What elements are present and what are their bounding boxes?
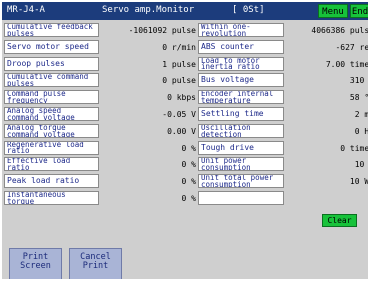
label-line: pulses — [7, 79, 35, 88]
left-item-value: -0.05 V — [162, 110, 196, 119]
left-item-label: Analog speed command voltage — [4, 107, 99, 121]
right-item-value: 0 times — [340, 143, 368, 153]
right-item-value: 7.00 times — [325, 59, 368, 69]
left-item-value: 0 % — [181, 194, 196, 203]
station-number: [ 0St] — [232, 5, 265, 15]
screen-title: Servo amp.Monitor — [102, 5, 195, 15]
left-item-value: -1061092 pulse — [128, 26, 196, 35]
label-line: command voltage — [7, 129, 75, 138]
left-item-label: Servo motor speed — [4, 39, 99, 54]
cancel-print-button[interactable]: Cancel Print — [69, 248, 122, 279]
label-line: consumption — [201, 163, 251, 172]
right-item-label: Bus voltage — [198, 73, 284, 88]
title-bar: MR-J4-A Servo amp.Monitor [ 0St] Menu En… — [2, 2, 368, 20]
label-line: ratio — [7, 163, 30, 172]
monitor-row: Peak load ratio 0 % Unit total power consum… — [4, 174, 368, 189]
label-line: revolution position — [201, 28, 247, 37]
label-line: ABS counter — [201, 41, 254, 51]
left-item-value: 0 r/min — [162, 42, 196, 52]
right-item-value — [286, 192, 368, 205]
label-line: Peak load ratio — [7, 176, 80, 186]
left-item-label: Regenerative load ratio — [4, 140, 99, 155]
right-item-value: 58 °C — [349, 93, 368, 103]
label-line: Servo motor speed — [7, 41, 89, 51]
left-item-label: Cumulative command pulses — [4, 73, 99, 88]
left-item-label: Droop pulses — [4, 56, 99, 71]
menu-button[interactable]: Menu — [318, 4, 348, 18]
label-line: pulses — [7, 28, 35, 37]
right-item-label: Unit power consumption — [198, 157, 284, 172]
model-name: MR-J4-A — [7, 5, 45, 15]
monitor-row: Analog speed command voltage -0.05 V Settli… — [4, 107, 368, 121]
label-line: temperature — [201, 95, 251, 105]
left-item-label: Cumulative feedback pulses — [4, 23, 99, 37]
right-item-label: Within one-revolution position — [198, 23, 284, 37]
cancel-print-label-2: Print — [82, 261, 109, 271]
left-item-label: Command pulse frequency — [4, 90, 99, 105]
left-item-value: 0 % — [181, 160, 196, 170]
right-item-value: 0 Hz — [354, 126, 368, 136]
left-item-label: Analog torque command voltage — [4, 123, 99, 138]
label-line: detection frequency — [201, 129, 242, 138]
right-item-label: Tough drive times — [198, 140, 284, 155]
print-screen-label-2: Screen — [20, 261, 51, 271]
right-item-value: 310 V — [349, 76, 368, 86]
right-item-label: Oscillationdetection frequency — [198, 123, 284, 138]
left-item-label: Instantaneous torque — [4, 191, 99, 205]
monitor-row: Command pulse frequency 0 kbps Encoder inte… — [4, 90, 368, 105]
monitor-row: Analog torque command voltage 0.00 V Oscill… — [4, 123, 368, 138]
right-item-value: 4066386 pulse — [311, 26, 368, 35]
clear-button[interactable]: Clear — [322, 214, 357, 227]
end-button[interactable]: End — [350, 4, 368, 18]
right-item-label: Encoder internal temperature — [198, 90, 284, 105]
right-item-value: -627 rev — [335, 42, 368, 52]
right-item-value: 10 W — [354, 160, 368, 170]
right-item-label — [198, 191, 284, 205]
left-item-value: 0 pulse — [162, 76, 196, 86]
label-line: inertia ratio — [201, 62, 260, 71]
monitor-row: Instantaneous torque 0 % — [4, 191, 368, 205]
left-item-value: 0.00 V — [167, 126, 196, 136]
label-line: ratio — [7, 146, 30, 155]
left-item-value: 0 kbps — [167, 93, 196, 103]
monitor-row: Servo motor speed 0 r/min ABS counter -627 … — [4, 39, 368, 54]
right-item-label: Load to motor inertia ratio — [198, 56, 284, 71]
monitor-row: Cumulative command pulses 0 pulse Bus volta… — [4, 73, 368, 88]
print-screen-button[interactable]: Print Screen — [9, 248, 62, 279]
label-line: Droop pulses — [7, 58, 65, 68]
monitor-row: Droop pulses 1 pulse Load to motor inertia … — [4, 56, 368, 71]
label-line: frequency — [7, 95, 48, 105]
label-line: Settling time — [201, 109, 264, 118]
label-line: Bus voltage — [201, 75, 254, 85]
left-item-value: 0 % — [181, 143, 196, 153]
left-item-value: 1 pulse — [162, 59, 196, 69]
right-item-value: 2 ms — [354, 110, 368, 119]
left-item-value: 0 % — [181, 177, 196, 187]
monitor-row: Cumulative feedback pulses -1061092 pulse W… — [4, 23, 368, 37]
right-item-label: Settling time — [198, 107, 284, 121]
monitor-row: Effective load ratio 0 % Unit power consumpt… — [4, 157, 368, 172]
left-item-label: Effective load ratio — [4, 157, 99, 172]
label-line: consumption — [201, 179, 251, 189]
right-item-label: Unit total power consumption — [198, 174, 284, 189]
right-item-value: 10 Wh — [349, 177, 368, 187]
label-line: torque — [7, 196, 35, 205]
label-line: command voltage — [7, 112, 75, 121]
right-item-label: ABS counter — [198, 39, 284, 54]
left-item-label: Peak load ratio — [4, 174, 99, 189]
monitor-row: Regenerative loadratio 0 % Tough drive tim… — [4, 140, 368, 155]
label-line: Tough drive times — [201, 142, 254, 152]
servo-monitor-screen: MR-J4-A Servo amp.Monitor [ 0St] Menu En… — [2, 2, 368, 279]
